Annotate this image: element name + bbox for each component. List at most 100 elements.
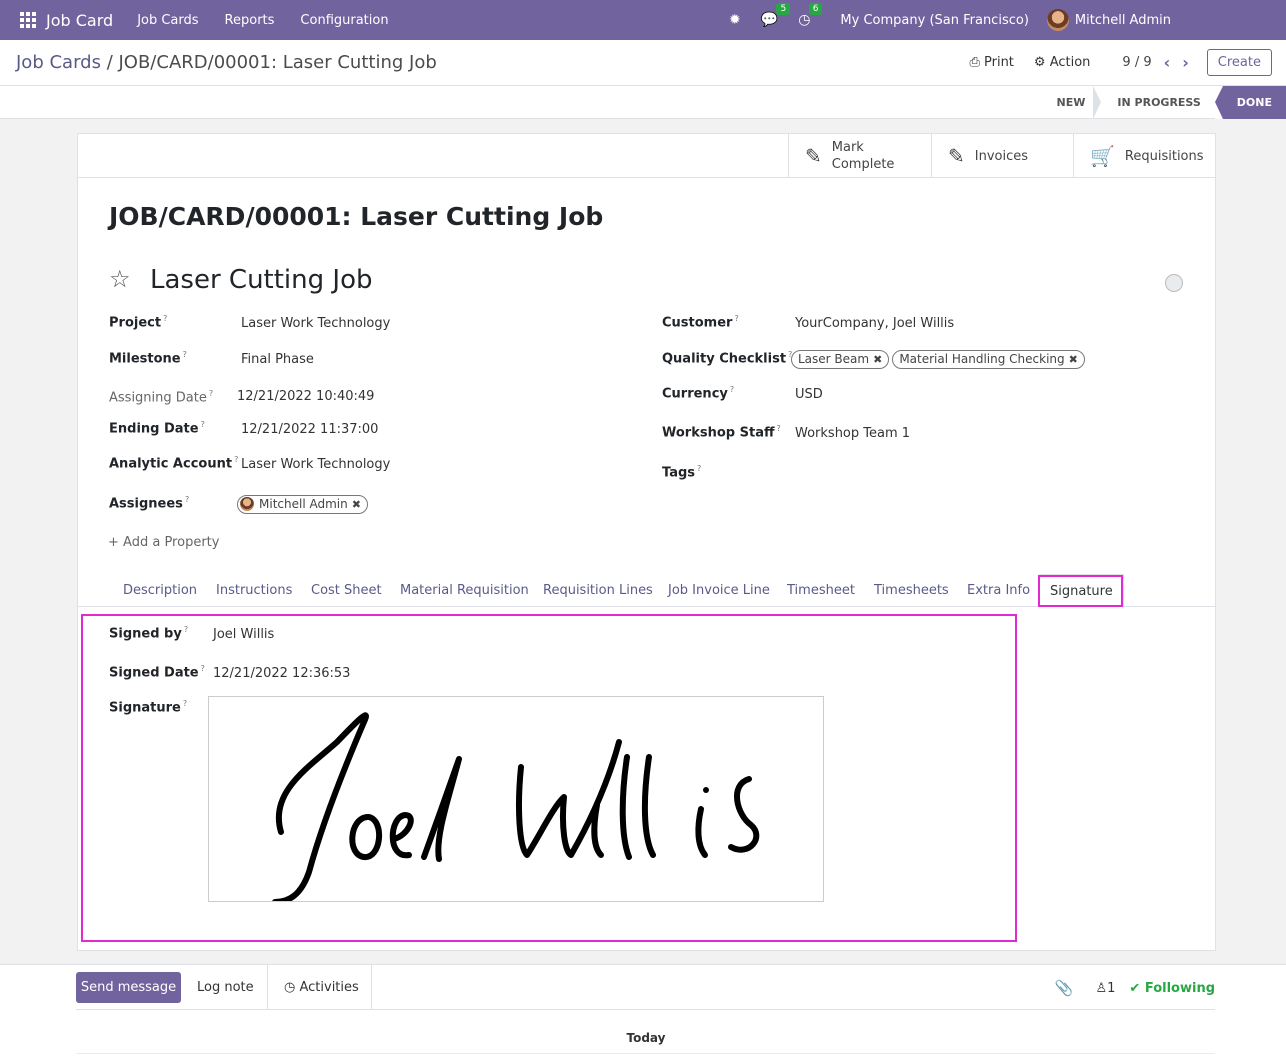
checklist-tag-laser-beam: Laser Beam ✖: [791, 350, 890, 369]
chatter-divider: [267, 965, 268, 1009]
tab-job-invoice-line[interactable]: Job Invoice Line: [668, 574, 770, 607]
mark-complete-button[interactable]: ✎ Mark Complete: [788, 134, 931, 178]
kanban-state-icon[interactable]: [1165, 274, 1183, 292]
log-note-button[interactable]: Log note: [197, 972, 254, 1003]
customer-label: Customer?: [662, 314, 739, 331]
print-button[interactable]: ⎙ Print: [969, 55, 1013, 70]
button-box: ✎ Mark Complete ✎ Invoices 🛒 Requisitions: [788, 134, 1215, 178]
assigning-date-field[interactable]: 12/21/2022 10:40:49: [237, 389, 374, 404]
pager-value[interactable]: 9 / 9: [1122, 55, 1151, 70]
project-label: Project?: [109, 314, 168, 331]
ending-date-field[interactable]: 12/21/2022 11:37:00: [241, 422, 378, 437]
signed-by-field[interactable]: Joel Willis: [213, 627, 274, 642]
stage-in-progress[interactable]: IN PROGRESS: [1099, 86, 1214, 119]
assignees-field[interactable]: Mitchell Admin ✖: [237, 495, 371, 514]
remove-tag-icon[interactable]: ✖: [873, 353, 882, 366]
chatter: Send message Log note ◷ Activities 📎 ♙1 …: [0, 964, 1286, 1056]
customer-field[interactable]: YourCompany, Joel Willis: [795, 316, 954, 331]
currency-label: Currency?: [662, 385, 735, 402]
star-icon[interactable]: ☆: [109, 265, 131, 293]
paperclip-icon[interactable]: 📎: [1055, 979, 1074, 997]
tab-description[interactable]: Description: [123, 574, 197, 607]
assignee-tag: Mitchell Admin ✖: [237, 495, 368, 514]
status-bar: NEW IN PROGRESS DONE: [0, 86, 1286, 119]
tab-requisition-lines[interactable]: Requisition Lines: [543, 574, 653, 607]
activities-badge: 6: [808, 3, 823, 15]
tab-material-requisition[interactable]: Material Requisition: [400, 574, 529, 607]
menu-configuration[interactable]: Configuration: [300, 13, 388, 28]
edit-invoice-icon: ✎: [948, 144, 965, 168]
pager-previous-icon[interactable]: ‹: [1164, 53, 1171, 72]
tab-timesheets[interactable]: Timesheets: [874, 574, 949, 607]
user-icon: ♙: [1095, 980, 1108, 996]
gear-icon: ⚙: [1033, 54, 1046, 70]
apps-menu-icon[interactable]: [16, 8, 40, 32]
activities-button[interactable]: ◷ Activities: [284, 972, 359, 1003]
handwritten-signature: [272, 712, 760, 901]
app-brand[interactable]: Job Card: [46, 11, 113, 30]
form-sheet: ✎ Mark Complete ✎ Invoices 🛒 Requisitions…: [77, 133, 1216, 951]
menu-reports[interactable]: Reports: [225, 13, 275, 28]
breadcrumb-current: JOB/CARD/00001: Laser Cutting Job: [118, 52, 437, 73]
printer-icon: ⎙: [969, 54, 980, 70]
breadcrumb-separator: /: [100, 52, 119, 73]
ending-date-label: Ending Date?: [109, 420, 205, 437]
milestone-field[interactable]: Final Phase: [241, 352, 314, 367]
requisitions-button[interactable]: 🛒 Requisitions: [1073, 134, 1215, 178]
user-avatar[interactable]: [1046, 9, 1069, 31]
invoices-button[interactable]: ✎ Invoices: [931, 134, 1073, 178]
workshop-staff-label: Workshop Staff?: [662, 424, 781, 441]
remove-tag-icon[interactable]: ✖: [1069, 353, 1078, 366]
user-menu[interactable]: Mitchell Admin: [1075, 13, 1171, 28]
signed-date-field[interactable]: 12/21/2022 12:36:53: [213, 666, 350, 681]
tab-timesheet[interactable]: Timesheet: [787, 574, 855, 607]
assignee-avatar: [240, 497, 254, 511]
following-button[interactable]: ✔ Following: [1129, 981, 1215, 996]
analytic-account-field[interactable]: Laser Work Technology: [241, 457, 390, 472]
send-message-button[interactable]: Send message: [76, 972, 181, 1003]
menu-job-cards[interactable]: Job Cards: [137, 13, 198, 28]
clock-icon: ◷: [284, 980, 296, 995]
edit-icon: ✎: [805, 144, 822, 168]
tags-label: Tags?: [662, 464, 702, 481]
project-field[interactable]: Laser Work Technology: [241, 316, 390, 331]
breadcrumb: Job Cards / JOB/CARD/00001: Laser Cuttin…: [16, 52, 437, 73]
assigning-date-label: Assigning Date?: [109, 389, 214, 406]
stage-new[interactable]: NEW: [1039, 86, 1102, 119]
quality-checklist-field[interactable]: Laser Beam ✖ Material Handling Checking ✖: [791, 350, 1088, 369]
signature-image[interactable]: [208, 696, 824, 902]
milestone-label: Milestone?: [109, 350, 187, 367]
today-separator: Today: [626, 1031, 666, 1045]
tab-instructions[interactable]: Instructions: [216, 574, 292, 607]
tab-extra-info[interactable]: Extra Info: [967, 574, 1030, 607]
chatter-divider: [371, 965, 372, 1009]
checklist-tag-material-handling: Material Handling Checking ✖: [892, 350, 1085, 369]
plus-icon: +: [108, 535, 119, 550]
shopping-cart-icon: 🛒: [1090, 144, 1115, 168]
highlight-tab-frame: [1038, 575, 1123, 607]
company-switcher[interactable]: My Company (San Francisco): [840, 13, 1028, 28]
debug-bug-icon[interactable]: ✹: [729, 12, 741, 28]
activities-clock-icon[interactable]: ◷ 6: [798, 3, 823, 28]
job-name[interactable]: Laser Cutting Job: [150, 265, 373, 295]
stage-done[interactable]: DONE: [1214, 86, 1286, 119]
action-button[interactable]: ⚙ Action: [1034, 55, 1091, 70]
followers-button[interactable]: ♙1: [1095, 981, 1115, 996]
remove-tag-icon[interactable]: ✖: [352, 498, 361, 511]
add-property-button[interactable]: + Add a Property: [108, 535, 219, 550]
record-reference: JOB/CARD/00001: Laser Cutting Job: [109, 202, 604, 231]
top-navbar: Job Card Job Cards Reports Configuration…: [0, 0, 1286, 40]
tab-cost-sheet[interactable]: Cost Sheet: [311, 574, 382, 607]
control-panel: Job Cards / JOB/CARD/00001: Laser Cuttin…: [0, 40, 1286, 86]
chatter-separator: [76, 1009, 1215, 1010]
currency-field[interactable]: USD: [795, 387, 823, 402]
messages-icon[interactable]: 💬 5: [761, 3, 791, 28]
breadcrumb-job-cards[interactable]: Job Cards: [16, 52, 101, 73]
pager-next-icon[interactable]: ›: [1182, 53, 1189, 72]
today-line: [76, 1053, 1215, 1054]
messages-badge: 5: [776, 3, 791, 15]
workshop-staff-field[interactable]: Workshop Team 1: [795, 426, 910, 441]
signed-by-label: Signed by?: [109, 625, 189, 642]
create-button[interactable]: Create: [1206, 48, 1272, 76]
signature-label: Signature?: [109, 699, 188, 716]
